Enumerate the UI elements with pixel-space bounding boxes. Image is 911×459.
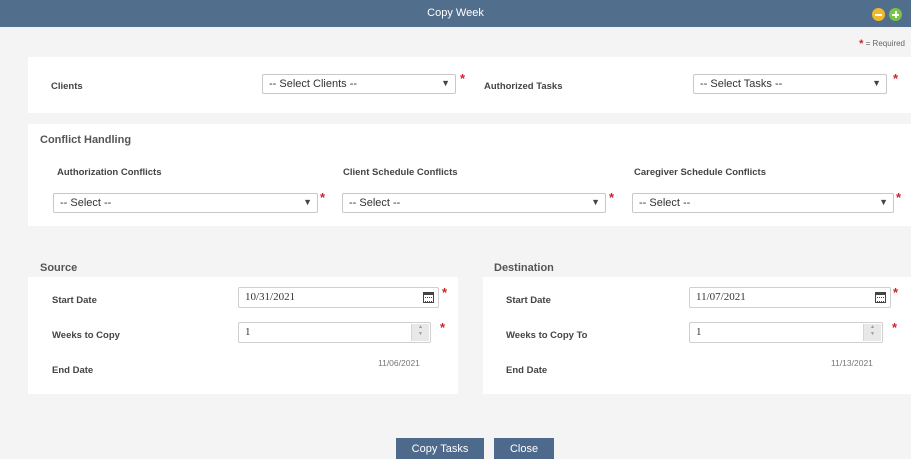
source-weeks-value: 1 <box>245 326 251 338</box>
calendar-icon[interactable] <box>423 292 434 303</box>
source-end-date-value: 11/06/2021 <box>378 358 420 368</box>
clients-select[interactable]: -- Select Clients -- ▼ <box>262 74 456 94</box>
source-start-date-field[interactable]: 10/31/2021 <box>238 287 439 308</box>
chevron-down-icon: ▼ <box>591 197 600 207</box>
authorization-conflicts-select[interactable]: -- Select -- ▼ <box>53 193 318 213</box>
client-schedule-conflicts-value: -- Select -- <box>349 197 401 209</box>
required-star-icon: * <box>859 38 864 50</box>
destination-weeks-label: Weeks to Copy To <box>506 330 588 341</box>
source-weeks-required-star: * <box>440 320 446 335</box>
source-weeks-label: Weeks to Copy <box>52 330 120 341</box>
authorized-tasks-label: Authorized Tasks <box>484 81 563 92</box>
destination-start-date-label: Start Date <box>506 295 551 306</box>
source-heading: Source <box>40 262 78 274</box>
authorization-conflicts-value: -- Select -- <box>60 197 112 209</box>
dialog-title: Copy Week <box>427 7 484 19</box>
destination-start-date-required-star: * <box>893 285 899 300</box>
clients-required-star: * <box>460 71 466 86</box>
calendar-icon[interactable] <box>875 292 886 303</box>
chevron-down-icon: ▼ <box>441 78 450 88</box>
step-down-icon[interactable]: ▼ <box>418 332 423 337</box>
destination-weeks-stepper[interactable]: 1 ▲ ▼ <box>689 322 883 343</box>
source-start-date-label: Start Date <box>52 295 97 306</box>
client-schedule-conflicts-select[interactable]: -- Select -- ▼ <box>342 193 606 213</box>
destination-end-date-label: End Date <box>506 365 548 376</box>
chevron-down-icon: ▼ <box>872 78 881 88</box>
caregiver-schedule-conflicts-label: Caregiver Schedule Conflicts <box>634 167 766 178</box>
destination-start-date-field[interactable]: 11/07/2021 <box>689 287 891 308</box>
required-legend: * = Required <box>859 38 905 50</box>
destination-end-date-value: 11/13/2021 <box>831 358 873 368</box>
maximize-button[interactable] <box>889 8 902 21</box>
close-button[interactable]: Close <box>494 438 554 459</box>
chevron-down-icon: ▼ <box>879 197 888 207</box>
authorization-required-star: * <box>320 190 326 205</box>
destination-heading: Destination <box>494 262 554 274</box>
source-start-date-required-star: * <box>442 285 448 300</box>
minimize-button[interactable] <box>872 8 885 21</box>
stepper-arrows[interactable]: ▲ ▼ <box>411 324 429 341</box>
destination-weeks-value: 1 <box>696 326 702 338</box>
step-up-icon[interactable]: ▲ <box>418 325 423 330</box>
destination-weeks-required-star: * <box>892 320 898 335</box>
tasks-required-star: * <box>893 71 899 86</box>
tasks-select-value: -- Select Tasks -- <box>700 78 783 90</box>
source-end-date-label: End Date <box>52 365 94 376</box>
step-down-icon[interactable]: ▼ <box>870 332 875 337</box>
required-legend-text: = Required <box>865 39 905 48</box>
conflict-handling-heading: Conflict Handling <box>40 134 132 146</box>
destination-start-date-value: 11/07/2021 <box>696 291 746 303</box>
caregiver-schedule-required-star: * <box>896 190 902 205</box>
source-weeks-stepper[interactable]: 1 ▲ ▼ <box>238 322 431 343</box>
stepper-arrows[interactable]: ▲ ▼ <box>863 324 881 341</box>
copy-tasks-button[interactable]: Copy Tasks <box>396 438 484 459</box>
caregiver-schedule-conflicts-select[interactable]: -- Select -- ▼ <box>632 193 894 213</box>
source-start-date-value: 10/31/2021 <box>245 291 296 303</box>
clients-select-value: -- Select Clients -- <box>269 78 358 90</box>
tasks-select[interactable]: -- Select Tasks -- ▼ <box>693 74 887 94</box>
step-up-icon[interactable]: ▲ <box>870 325 875 330</box>
authorization-conflicts-label: Authorization Conflicts <box>57 167 162 178</box>
client-schedule-required-star: * <box>609 190 615 205</box>
caregiver-schedule-conflicts-value: -- Select -- <box>639 197 691 209</box>
client-schedule-conflicts-label: Client Schedule Conflicts <box>343 167 458 178</box>
dialog-titlebar: Copy Week <box>0 0 911 27</box>
chevron-down-icon: ▼ <box>303 197 312 207</box>
clients-label: Clients <box>51 81 83 92</box>
